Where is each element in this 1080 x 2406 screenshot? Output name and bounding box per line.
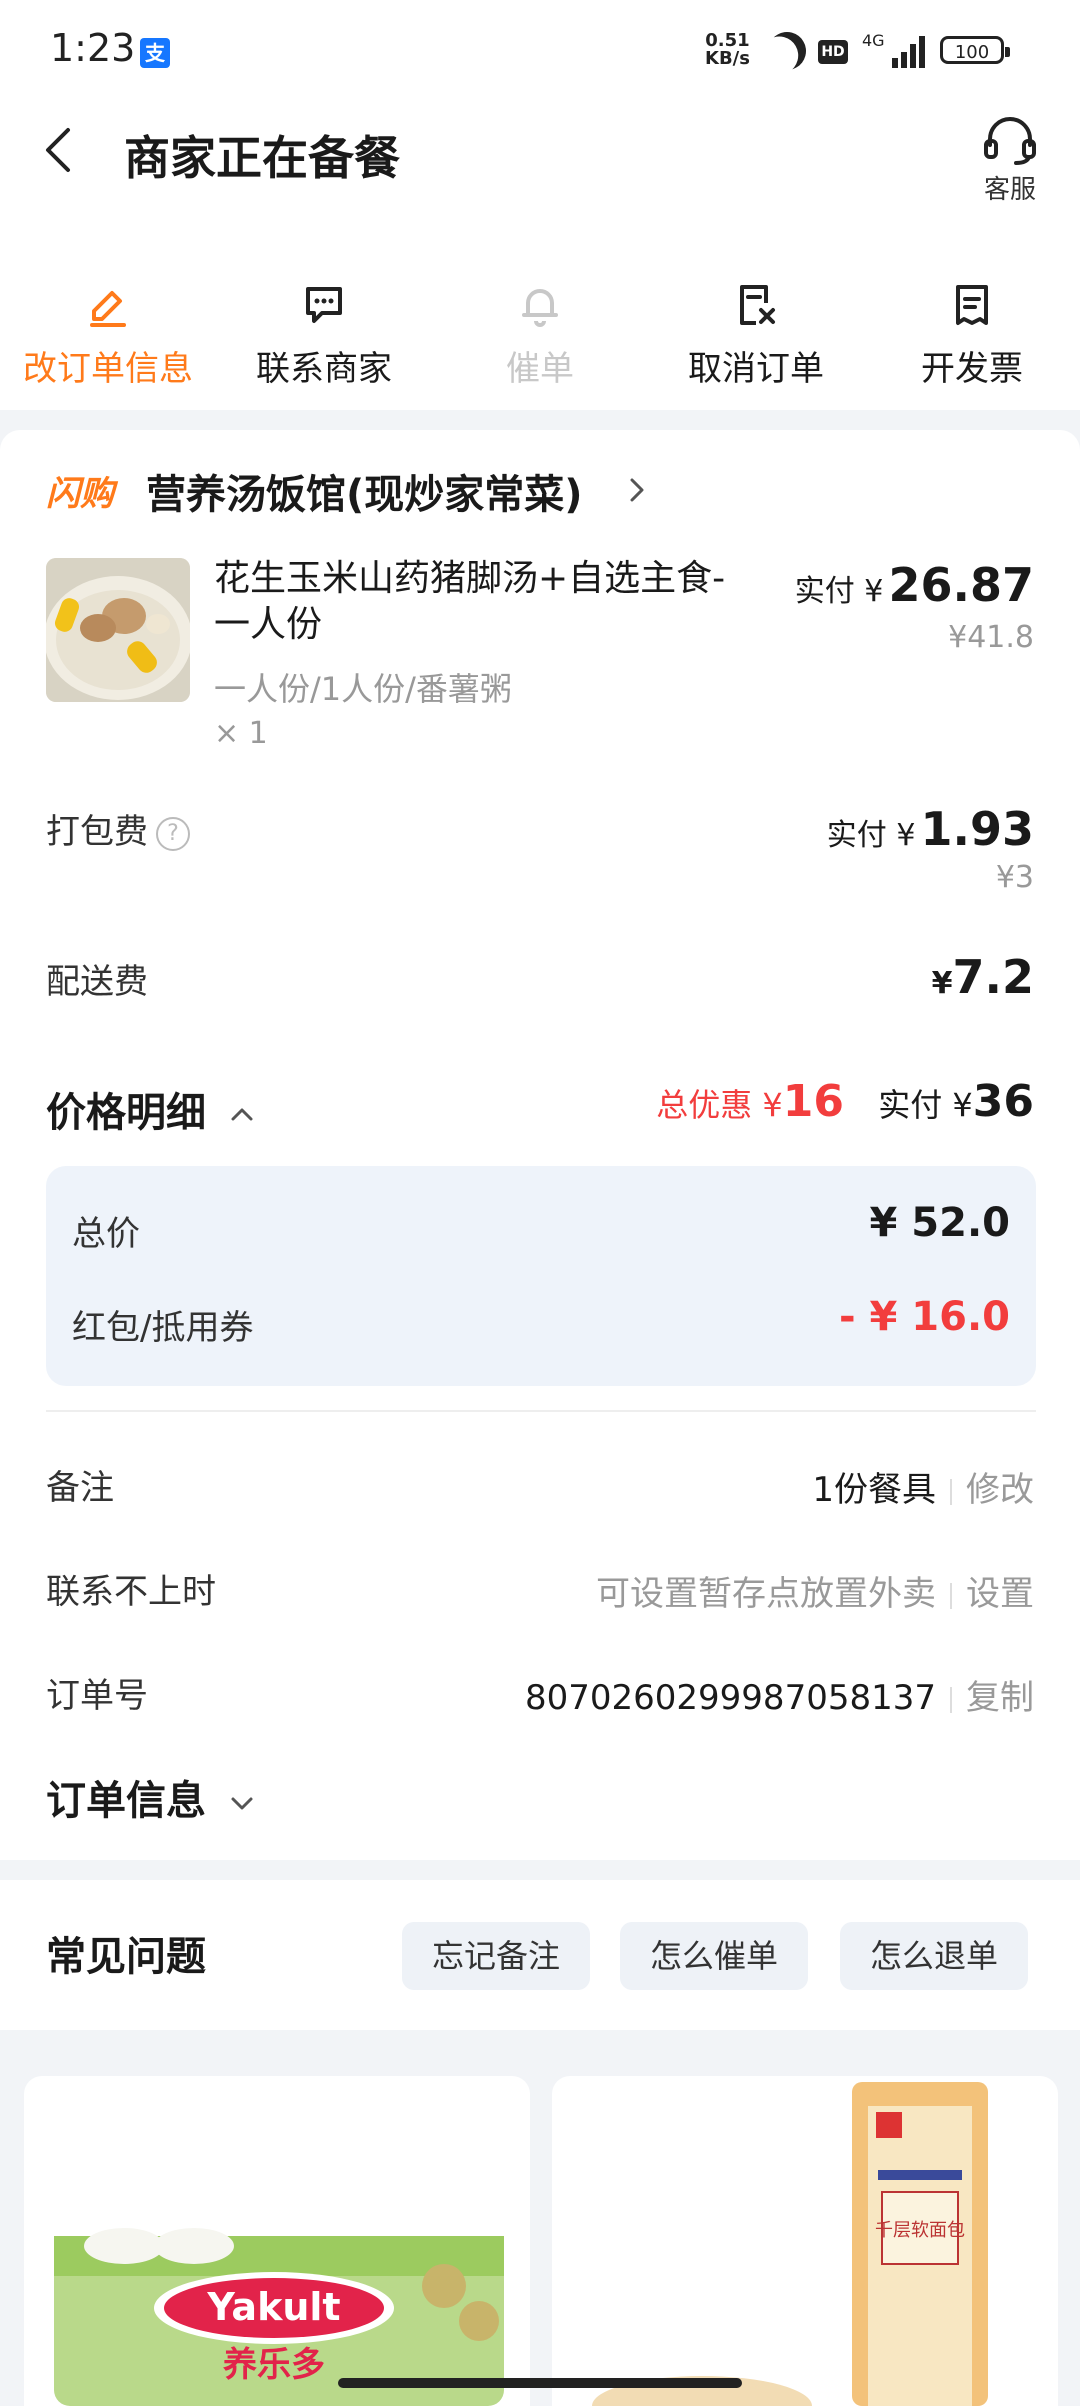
discount-value: 16 (782, 1076, 845, 1127)
page-title: 商家正在备餐 (124, 131, 400, 185)
chevron-up-icon (231, 1108, 253, 1121)
total-paid-value: 36 (972, 1076, 1034, 1127)
price-summary: 总优惠 ¥16 实付 ¥36 (656, 1076, 1034, 1127)
action-contact-merchant-label: 联系商家 (256, 349, 392, 389)
soup-image (46, 558, 190, 702)
faq-chip-urge[interactable]: 怎么催单 (620, 1922, 809, 1990)
order-number-value: 8070260299987058137 (524, 1678, 936, 1718)
remark-value: 1份餐具 (812, 1470, 936, 1510)
action-edit-order-label: 改订单信息 (23, 349, 193, 389)
invoice-icon (956, 285, 988, 325)
chevron-right-icon[interactable] (626, 470, 650, 510)
shangou-tag: 闪购 (46, 474, 114, 514)
hd-icon: HD (818, 40, 848, 64)
unreachable-setting-link[interactable]: 设置 (966, 1574, 1034, 1614)
remark-label: 备注 (46, 1468, 114, 1508)
svg-text:千层软面包: 千层软面包 (875, 2220, 965, 2241)
price-detail-toggle[interactable]: 价格明细 (46, 1080, 256, 1138)
action-contact-merchant[interactable]: 联系商家 (216, 275, 432, 395)
delivery-value: 7.2 (952, 950, 1035, 1004)
customer-service-button[interactable]: 客服 (975, 115, 1045, 206)
alipay-icon: 支 (140, 38, 170, 68)
net-speed: 0.51 KB/s (705, 30, 750, 69)
product-card-bread[interactable]: 千层软面包 (552, 2076, 1058, 2406)
packing-original-price: ¥3 (995, 860, 1034, 895)
packing-fee-label: 打包费? (46, 804, 190, 853)
action-edit-order[interactable]: 改订单信息 (0, 275, 216, 395)
item-quantity: × 1 (214, 716, 268, 751)
bread-image: 千层软面包 (592, 2082, 988, 2406)
delivery-currency: ¥ (931, 966, 953, 1001)
svg-text:养乐多: 养乐多 (223, 2345, 325, 2385)
action-cancel-order[interactable]: 取消订单 (648, 275, 864, 395)
item-name: 花生玉米山药猪脚汤+自选主食-一人份 (214, 558, 726, 645)
action-invoice-label: 开发票 (921, 349, 1023, 389)
coupon-value: - ¥ 16.0 (839, 1294, 1010, 1340)
order-actions: 改订单信息 联系商家 催单 取消订单 开发票 (0, 275, 1080, 395)
edit-icon (90, 291, 126, 327)
help-icon[interactable]: ? (156, 816, 190, 851)
unreachable-label: 联系不上时 (46, 1572, 216, 1612)
headset-icon (984, 117, 1036, 165)
item-thumbnail[interactable] (46, 558, 190, 702)
order-info-toggle[interactable]: 订单信息 (46, 1768, 256, 1826)
packing-fee-price: 实付 ¥ 1.93 ¥3 (827, 802, 1034, 895)
remark-edit-link[interactable]: 修改 (966, 1470, 1034, 1510)
action-urge-order-label: 催单 (506, 349, 574, 389)
home-indicator (338, 2378, 742, 2388)
item-price: 实付 ¥ 26.87 ¥41.8 (795, 558, 1034, 655)
action-cancel-order-label: 取消订单 (688, 349, 824, 389)
discount-label: 总优惠 ¥ (656, 1086, 783, 1124)
price-detail-title: 价格明细 (46, 1090, 206, 1136)
faq-chip-refund[interactable]: 怎么退单 (840, 1922, 1029, 1990)
total-price-label: 总价 (72, 1214, 140, 1254)
signal-icon: 4G (862, 31, 925, 68)
unreachable-row: 可设置暂存点放置外卖 设置 (596, 1566, 1034, 1615)
item-paid-value: 26.87 (888, 558, 1034, 612)
product-card-yakult[interactable]: Yakult 养乐多 (24, 2076, 530, 2406)
action-urge-order[interactable]: 催单 (432, 275, 648, 395)
yakult-image: Yakult 养乐多 (54, 2228, 504, 2406)
action-invoice[interactable]: 开发票 (864, 275, 1080, 395)
delivery-fee-price: ¥7.2 (932, 950, 1034, 1004)
chat-icon (306, 287, 342, 323)
packing-paid-value: 1.93 (920, 802, 1035, 856)
packing-paid-label: 实付 ¥ (826, 818, 916, 853)
battery-icon: 100 (940, 36, 1010, 64)
status-time: 1:23 (50, 26, 136, 70)
remark-row: 1份餐具 修改 (812, 1462, 1034, 1511)
order-number-row: 8070260299987058137 复制 (525, 1670, 1034, 1719)
divider (46, 1410, 1036, 1412)
order-number-label: 订单号 (46, 1676, 148, 1716)
coupon-label: 红包/抵用券 (72, 1308, 254, 1348)
price-detail-panel (46, 1166, 1036, 1386)
chevron-down-icon (231, 1797, 253, 1810)
delivery-fee-label: 配送费 (46, 962, 148, 1002)
cancel-doc-icon (740, 285, 775, 325)
bell-icon (522, 289, 558, 327)
unreachable-value: 可设置暂存点放置外卖 (596, 1574, 936, 1614)
item-paid-label: 实付 ¥ (794, 574, 884, 609)
faq-title: 常见问题 (46, 1934, 206, 1980)
item-spec: 一人份/1人份/番薯粥 (214, 670, 512, 708)
faq-chip-forgot-remark[interactable]: 忘记备注 (402, 1922, 591, 1990)
svg-text:4G: 4G (862, 31, 885, 50)
copy-link[interactable]: 复制 (966, 1678, 1034, 1718)
back-arrow-icon[interactable] (40, 120, 80, 180)
total-price-value: ¥ 52.0 (869, 1200, 1010, 1246)
svg-text:Yakult: Yakult (206, 2285, 340, 2329)
customer-service-label: 客服 (983, 175, 1036, 205)
item-original-price: ¥41.8 (948, 620, 1034, 655)
order-info-title: 订单信息 (46, 1778, 206, 1824)
shop-name[interactable]: 营养汤饭馆(现炒家常菜) (146, 462, 583, 520)
total-paid-label: 实付 ¥ (878, 1086, 973, 1124)
